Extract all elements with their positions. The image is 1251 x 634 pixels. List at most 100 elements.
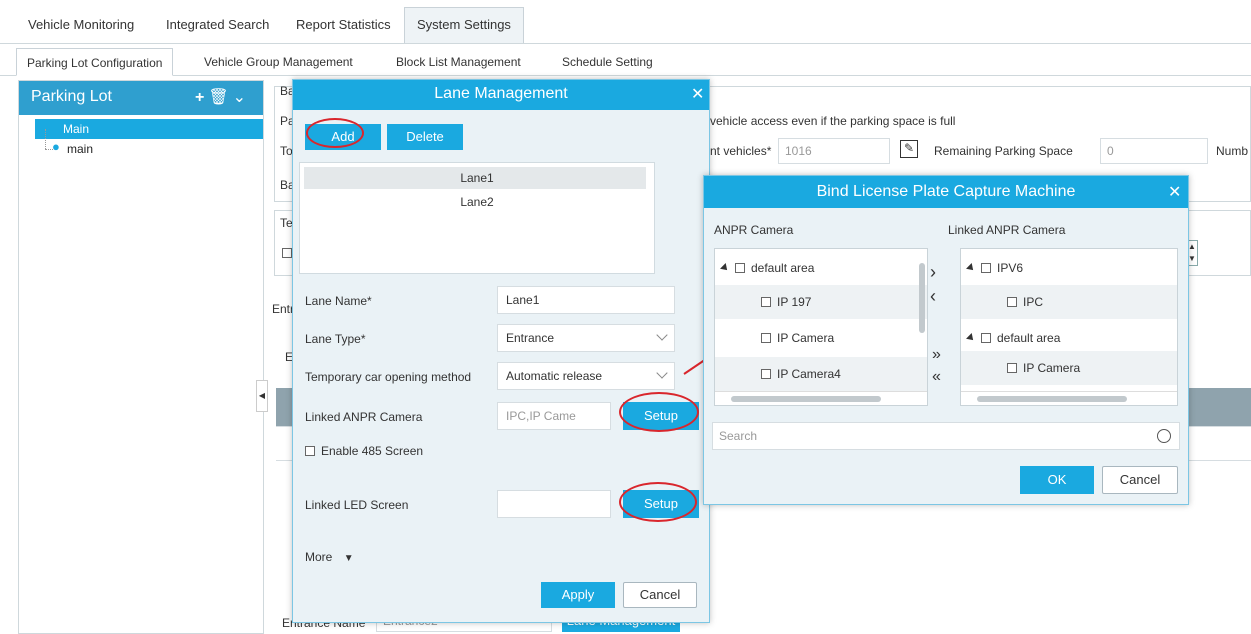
expand-triangle-icon xyxy=(720,263,730,273)
camera-item-label: IP Camera4 xyxy=(777,367,841,381)
apply-button[interactable]: Apply xyxy=(541,582,615,608)
trash-icon[interactable]: 🗑 xyxy=(208,89,232,106)
camera-item[interactable]: IP 197 xyxy=(715,285,927,319)
cancel-button[interactable]: Cancel xyxy=(623,582,697,608)
tree-node-default-area[interactable]: default area xyxy=(715,251,927,285)
camera-item[interactable]: IP Camera xyxy=(961,351,1177,385)
temp-car-opening-select[interactable]: Automatic release xyxy=(497,362,675,390)
move-right-icon[interactable]: › xyxy=(930,262,936,283)
remaining-space-label: Remaining Parking Space xyxy=(934,144,1073,158)
checkbox[interactable] xyxy=(1007,363,1017,373)
parking-lot-header: Parking Lot +🗑⌄ xyxy=(19,81,263,115)
delete-lane-button[interactable]: Delete xyxy=(387,124,463,150)
top-tab-bar: Vehicle Monitoring Integrated Search Rep… xyxy=(0,0,1251,44)
checkbox[interactable] xyxy=(305,446,315,456)
checkbox[interactable] xyxy=(761,333,771,343)
sub-tab-bar: Parking Lot Configuration Vehicle Group … xyxy=(0,44,1251,76)
horizontal-scrollbar[interactable] xyxy=(731,396,881,402)
camera-item-label: IP 197 xyxy=(777,295,812,309)
camera-item[interactable]: IPC xyxy=(961,285,1177,319)
parking-lot-actions: +🗑⌄ xyxy=(195,87,250,107)
annotation-circle xyxy=(306,118,364,148)
close-icon[interactable]: ✕ xyxy=(691,84,704,104)
subtab-block-list-management[interactable]: Block List Management xyxy=(386,48,531,76)
vertical-scrollbar[interactable] xyxy=(919,263,925,333)
parking-location-icon: ● xyxy=(52,139,60,154)
move-left-icon[interactable]: ‹ xyxy=(930,286,936,307)
tree-node-label: IPV6 xyxy=(997,261,1024,275)
lane-name-input[interactable]: Lane1 xyxy=(497,286,675,314)
checkbox[interactable] xyxy=(1007,297,1017,307)
caret-down-icon: ▼ xyxy=(343,553,354,564)
collapse-handle[interactable]: ◀ xyxy=(256,380,268,412)
anpr-camera-header: ANPR Camera xyxy=(714,223,794,237)
cancel-button[interactable]: Cancel xyxy=(1102,466,1178,494)
annotation-circle xyxy=(619,392,699,432)
chevron-down-icon[interactable]: ⌄ xyxy=(233,89,250,106)
tab-integrated-search[interactable]: Integrated Search xyxy=(154,8,281,44)
subtab-schedule-setting[interactable]: Schedule Setting xyxy=(552,48,663,76)
lane-management-title: Lane Management xyxy=(434,85,568,102)
horizontal-scrollbar[interactable] xyxy=(977,396,1127,402)
temp-car-opening-value: Automatic release xyxy=(506,369,603,383)
move-all-right-icon[interactable]: » xyxy=(932,346,941,364)
enable-485-screen-checkbox[interactable]: Enable 485 Screen xyxy=(305,444,423,458)
tree-node-label: default area xyxy=(997,331,1061,345)
subtab-vehicle-group-management[interactable]: Vehicle Group Management xyxy=(194,48,363,76)
subtab-parking-lot-configuration[interactable]: Parking Lot Configuration xyxy=(16,48,174,76)
more-toggle[interactable]: More ▼ xyxy=(305,550,354,564)
close-icon[interactable]: ✕ xyxy=(1168,182,1181,202)
linked-led-screen-input[interactable] xyxy=(497,490,611,518)
parking-lot-title: Parking Lot xyxy=(31,88,112,105)
checkbox[interactable] xyxy=(735,263,745,273)
temp-car-opening-label: Temporary car opening method xyxy=(305,370,472,384)
linked-anpr-camera-header: Linked ANPR Camera xyxy=(948,223,1066,237)
linked-led-screen-label: Linked LED Screen xyxy=(305,498,409,512)
lane-list-item[interactable]: Lane2 xyxy=(300,195,654,209)
tree-connector xyxy=(45,129,46,149)
checkbox[interactable] xyxy=(282,248,292,258)
annotation-circle xyxy=(619,482,697,522)
tree-node-default-area[interactable]: default area xyxy=(961,321,1177,355)
plus-icon[interactable]: + xyxy=(195,89,208,106)
tab-report-statistics[interactable]: Report Statistics xyxy=(284,8,403,44)
lane-list-item[interactable]: Lane1 xyxy=(300,171,654,185)
ok-button[interactable]: OK xyxy=(1020,466,1094,494)
camera-item-label: IP Camera xyxy=(777,331,835,345)
checkbox[interactable] xyxy=(761,369,771,379)
entrance-label-cut: Entr xyxy=(272,302,295,316)
bind-dialog-title: Bind License Plate Capture Machine xyxy=(816,183,1076,200)
bind-dialog-header: Bind License Plate Capture Machine ✕ xyxy=(704,176,1188,208)
tree-node-ipv6[interactable]: IPV6 xyxy=(961,251,1177,285)
enable-485-screen-label: Enable 485 Screen xyxy=(321,444,424,458)
linked-anpr-camera-list: IPV6 IPC default area IP Camera xyxy=(960,248,1178,406)
lane-list: Lane1 Lane2 xyxy=(299,162,655,274)
camera-search-input[interactable]: Search xyxy=(712,422,1180,450)
tree-item-main-label[interactable]: Main xyxy=(63,119,89,139)
linked-anpr-camera-input[interactable]: IPC,IP Came xyxy=(497,402,611,430)
camera-item[interactable]: IP Camera xyxy=(715,321,927,355)
remaining-space-input[interactable]: 0 xyxy=(1100,138,1208,164)
checkbox[interactable] xyxy=(981,333,991,343)
edit-icon[interactable]: ✎ xyxy=(900,140,918,158)
camera-item[interactable]: IP Camera4 xyxy=(715,357,927,391)
lane-type-select[interactable]: Entrance xyxy=(497,324,675,352)
checkbox[interactable] xyxy=(761,297,771,307)
field-label-cut: To xyxy=(280,144,293,158)
tab-vehicle-monitoring[interactable]: Vehicle Monitoring xyxy=(16,8,146,44)
total-vehicles-input[interactable]: 1016 xyxy=(778,138,890,164)
camera-item-label: IPC xyxy=(1023,295,1044,309)
tab-system-settings[interactable]: System Settings xyxy=(404,7,524,43)
expand-triangle-icon xyxy=(966,333,976,343)
total-vehicles-label: nt vehicles* xyxy=(710,144,772,158)
more-label: More xyxy=(305,550,333,564)
lane-management-dialog: Lane Management ✕ Add Delete Lane1 Lane2… xyxy=(292,79,710,623)
number-label-cut: Numb xyxy=(1216,144,1249,158)
lane-type-label: Lane Type* xyxy=(305,332,366,346)
checkbox[interactable] xyxy=(981,263,991,273)
tree-item-main-sub[interactable]: main xyxy=(67,139,93,159)
move-all-left-icon[interactable]: « xyxy=(932,368,941,386)
bind-capture-machine-dialog: Bind License Plate Capture Machine ✕ ANP… xyxy=(703,175,1189,505)
lane-name-label: Lane Name* xyxy=(305,294,372,308)
search-icon[interactable] xyxy=(1157,429,1171,443)
